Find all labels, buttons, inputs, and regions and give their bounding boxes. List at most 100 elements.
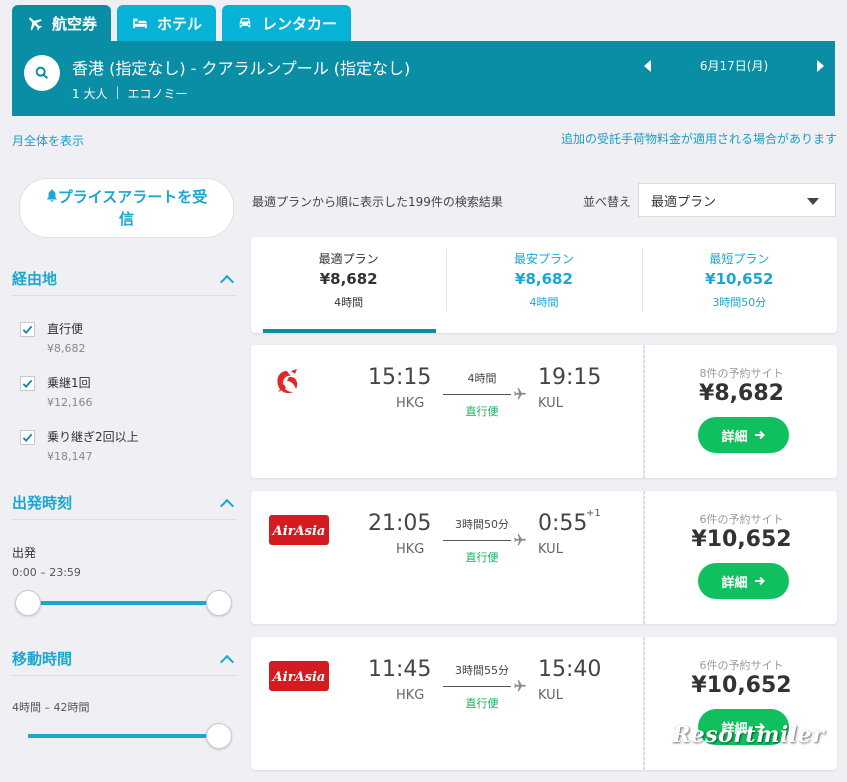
flight-type: 直行便 [465,697,499,710]
price-alert-button[interactable]: プライスアラートを受信 [19,178,234,238]
bell-icon [46,186,58,209]
summary-price: ¥8,682 [319,270,378,288]
flight-duration: 3時間55分 [455,664,509,677]
duration-slider-track[interactable] [28,734,220,738]
detail-button[interactable]: 詳細 [698,417,789,453]
date-navigator: 6月17日(月) [644,57,824,74]
arrow-right-icon [754,576,765,586]
arrival-airport: KUL [538,688,563,703]
duration-filter-header[interactable]: 移動時間 [12,642,236,676]
departure-range: 0:00 – 23:59 [12,566,81,579]
sort-dropdown[interactable]: 最適プラン [638,183,836,217]
flight-result-card[interactable]: 15:15 HKG 4時間 直行便 19:15 KUL 8件の予約サイト ¥8,… [251,345,837,478]
filter-label: 乗り継ぎ2回以上 [47,430,139,444]
tab-cheapest[interactable]: 最安プラン ¥8,682 4時間 [446,237,641,333]
arrival-time: 19:15 [538,365,602,390]
filter-label: 乗継1回 [47,376,91,390]
plane-icon [514,680,526,692]
checkmark-icon [22,325,33,335]
price-alert-label: プライスアラートを受信 [57,187,208,229]
flight-price: ¥8,682 [699,381,784,406]
route-text[interactable]: 香港 (指定なし) - クアラルンプール (指定なし) [72,55,410,79]
next-date-icon[interactable] [817,59,824,72]
plane-icon [514,534,526,546]
flight-result-card[interactable]: AirAsia 21:05 HKG 3時間50分 直行便 0:55 +1 KUL… [251,491,837,624]
detail-button-label: 詳細 [721,575,748,591]
duration-slider-max-handle[interactable] [206,723,232,749]
plane-icon [29,17,42,31]
departure-time: 11:45 [368,657,432,682]
passenger-count: 1 大人 [72,87,108,101]
booking-sites-count: 8件の予約サイト [699,367,784,380]
flight-duration: 3時間50分 [455,518,509,531]
filter-two-plus-stops[interactable]: 乗り継ぎ2回以上 ¥18,147 [20,428,139,463]
checkbox[interactable] [20,430,35,445]
prev-date-icon[interactable] [644,59,651,72]
search-button[interactable] [24,55,60,91]
departure-airport: HKG [396,542,425,557]
checkmark-icon [22,379,33,389]
stops-filter-header[interactable]: 経由地 [12,262,236,296]
departure-time: 15:15 [368,365,432,390]
summary-title: 最短プラン [709,252,770,266]
tab-best[interactable]: 最適プラン ¥8,682 4時間 [251,237,446,333]
month-view-link[interactable]: 月全体を表示 [12,132,84,149]
baggage-fee-note[interactable]: 追加の受託手荷物料金が適用される場合があります [561,130,837,147]
airasia-logo: AirAsia [269,661,329,695]
flight-info[interactable]: AirAsia 21:05 HKG 3時間50分 直行便 0:55 +1 KUL [251,491,643,624]
summary-duration: 4時間 [334,296,364,309]
summary-duration: 3時間50分 [712,296,767,309]
flight-price: ¥10,652 [691,527,792,552]
tab-car-rental[interactable]: レンタカー [222,5,352,41]
search-type-tabs: 航空券 ホテル レンタカー [12,5,352,41]
route-line [443,540,511,541]
tab-hotels[interactable]: ホテル [117,5,217,41]
detail-button-label: 詳細 [721,429,748,445]
tab-flights[interactable]: 航空券 [12,5,112,41]
departure-time-slider-track[interactable] [28,601,220,605]
checkbox[interactable] [20,376,35,391]
departure-airport: HKG [396,396,425,411]
results-count: 最適プランから順に表示した199件の検索結果 [252,195,503,209]
chevron-up-icon [219,274,235,289]
filter-one-stop[interactable]: 乗継1回 ¥12,166 [20,374,93,409]
search-icon [35,66,49,80]
flight-info[interactable]: AirAsia 11:45 HKG 3時間55分 直行便 15:40 KUL [251,637,643,770]
flight-type: 直行便 [465,551,499,564]
departure-airport: HKG [396,688,425,703]
chevron-down-icon [807,198,819,205]
date-label[interactable]: 6月17日(月) [700,57,768,74]
flight-duration: 4時間 [467,372,497,385]
filter-price: ¥12,166 [47,396,93,409]
detail-button[interactable]: 詳細 [698,563,789,599]
departure-slider-max-handle[interactable] [206,590,232,616]
price-panel: 8件の予約サイト ¥8,682 詳細 [644,345,837,478]
passenger-info[interactable]: 1 大人 | エコノミー [72,85,188,102]
sort-value: 最適プラン [651,194,717,210]
arrival-time: 0:55 [538,511,588,536]
checkmark-icon [22,433,33,443]
filter-nonstop[interactable]: 直行便 ¥8,682 [20,320,86,355]
booking-sites-count: 6件の予約サイト [699,659,784,672]
bed-icon [133,18,147,29]
price-panel: 6件の予約サイト ¥10,652 詳細 [644,637,837,770]
summary-title: 最安プラン [513,252,574,266]
arrival-airport: KUL [538,396,563,411]
price-panel: 6件の予約サイト ¥10,652 詳細 [644,491,837,624]
departure-filter-header[interactable]: 出発時刻 [12,486,236,520]
airasia-logo: AirAsia [269,515,329,549]
checkbox[interactable] [20,322,35,337]
flight-info[interactable]: 15:15 HKG 4時間 直行便 19:15 KUL [251,345,643,478]
tab-fastest[interactable]: 最短プラン ¥10,652 3時間50分 [641,237,837,333]
flight-result-card[interactable]: AirAsia 11:45 HKG 3時間55分 直行便 15:40 KUL 6… [251,637,837,770]
arrow-right-icon [754,430,765,440]
duration-range: 4時間 – 42時間 [12,701,90,714]
booking-sites-count: 6件の予約サイト [699,513,784,526]
svg-text:AirAsia: AirAsia [271,524,326,539]
sort-label: 並べ替え [583,195,632,209]
departure-slider-min-handle[interactable] [15,590,41,616]
departure-label: 出発 [12,546,37,560]
svg-text:AirAsia: AirAsia [271,670,326,685]
chevron-up-icon [219,654,235,669]
duration-filter-title: 移動時間 [12,650,73,668]
